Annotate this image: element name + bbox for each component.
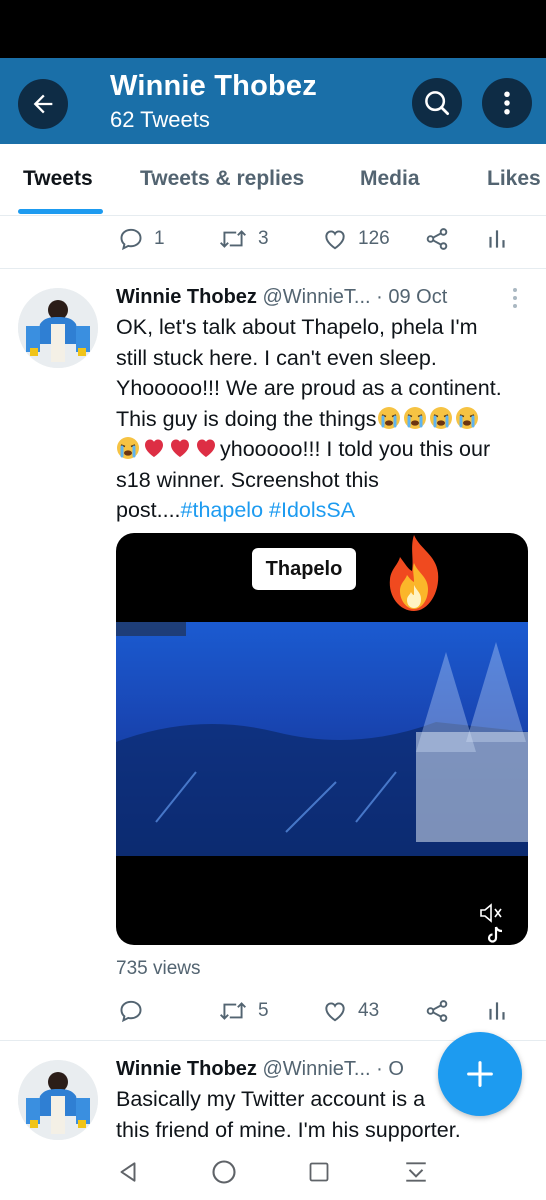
like-button[interactable]: 126 (322, 219, 390, 259)
tweet-video[interactable]: Thapelo (116, 533, 528, 945)
tweet-line: Yhooooo!!! We are proud as a continent. (116, 376, 502, 400)
retweet-count: 3 (258, 228, 269, 249)
crying-face-icon (377, 406, 400, 429)
tweet-line-text: yhooooo!!! I told you this our (220, 437, 491, 461)
concert-crowd-icon (116, 622, 528, 856)
tweet-line: s18 winner. Screenshot this (116, 467, 379, 492)
like-count: 43 (358, 1000, 380, 1021)
tweet-line: This guy is doing the things (116, 404, 536, 435)
date-separator: · O (376, 1058, 404, 1080)
analytics-button[interactable] (486, 991, 508, 1031)
tweet-header: Winnie Thobez @WinnieT... · 09 Oct (116, 286, 447, 309)
tweet-line: this friend of mine. I'm his supporter. (116, 1117, 461, 1142)
profile-tabs: Tweets Tweets & replies Media Likes (0, 144, 546, 216)
crying-face-icon (429, 406, 452, 429)
more-vertical-icon (504, 91, 510, 115)
hashtag-links[interactable]: #thapelo #IdolsSA (181, 498, 356, 522)
profile-header: Winnie Thobez 62 Tweets (0, 58, 546, 144)
nav-notifications-button[interactable] (401, 1157, 431, 1187)
tweet-date[interactable]: 09 Oct (388, 286, 447, 308)
nav-home-button[interactable] (209, 1157, 239, 1187)
tweet-actions: 5 43 (0, 991, 546, 1031)
retweet-button[interactable]: 3 (218, 219, 269, 259)
android-nav-bar (0, 1145, 546, 1200)
analytics-icon (489, 1002, 505, 1020)
video-frame (116, 622, 528, 856)
reply-button[interactable] (118, 991, 154, 1031)
analytics-button[interactable] (486, 219, 508, 259)
retweet-count: 5 (258, 1000, 269, 1021)
author-handle[interactable]: @WinnieT... (262, 1058, 370, 1080)
analytics-icon (489, 230, 505, 248)
mute-icon[interactable] (478, 901, 504, 925)
plus-icon (467, 1061, 493, 1087)
nav-recents-button[interactable] (304, 1157, 334, 1187)
divider (0, 268, 546, 269)
tweet-count: 62 Tweets (110, 107, 210, 132)
like-count: 126 (358, 228, 390, 249)
active-tab-indicator (18, 209, 103, 214)
reply-count: 1 (154, 228, 165, 249)
tweet-line: post....#thapelo #IdolsSA (116, 495, 536, 526)
tab-likes[interactable]: Likes (487, 167, 541, 191)
tweet-line-text: This guy is doing the things (116, 406, 377, 431)
nav-back-button[interactable] (113, 1157, 143, 1187)
view-count: 735 views (116, 958, 201, 979)
avatar-photo-icon (18, 1060, 98, 1140)
tweet-header: Winnie Thobez @WinnieT... · O (116, 1058, 404, 1081)
retweet-button[interactable]: 5 (218, 991, 269, 1031)
fire-icon (389, 535, 439, 611)
author-name[interactable]: Winnie Thobez (116, 286, 257, 308)
more-button[interactable] (482, 78, 532, 128)
author-handle[interactable]: @WinnieT... (262, 286, 370, 308)
tab-media[interactable]: Media (360, 167, 420, 191)
retweet-icon (219, 230, 247, 248)
crying-face-icon (403, 406, 426, 429)
arrow-left-icon (33, 94, 53, 114)
status-bar (0, 0, 546, 58)
share-button[interactable] (424, 219, 450, 259)
search-button[interactable] (412, 78, 462, 128)
video-caption-tag: Thapelo (252, 548, 356, 590)
prev-tweet-actions: 1 3 126 (0, 219, 546, 259)
share-icon (426, 1000, 448, 1022)
tab-tweets-replies[interactable]: Tweets & replies (140, 167, 304, 191)
crying-face-icon (455, 406, 478, 429)
pull-down-icon (406, 1162, 426, 1182)
share-button[interactable] (424, 991, 450, 1031)
avatar[interactable] (18, 1060, 98, 1140)
reply-icon (120, 228, 142, 251)
crying-face-icon (117, 437, 139, 459)
circle-home-icon (212, 1160, 236, 1184)
compose-tweet-button[interactable] (438, 1032, 522, 1116)
triangle-back-icon (120, 1162, 136, 1182)
profile-name: Winnie Thobez (110, 70, 317, 102)
reply-icon (120, 1000, 142, 1023)
tiktok-logo-icon (487, 926, 503, 943)
heart-icon (325, 230, 345, 250)
tweet-line: OK, let's talk about Thapelo, phela I'm (116, 315, 478, 339)
tweet-menu-icon[interactable] (506, 286, 524, 310)
avatar[interactable] (18, 288, 98, 368)
like-button[interactable]: 43 (322, 991, 379, 1031)
heart-icon (325, 1002, 345, 1022)
red-heart-icon (171, 439, 189, 457)
date-separator: · (376, 286, 389, 308)
avatar-photo-icon (18, 288, 98, 368)
tweet-text: OK, let's talk about Thapelo, phela I'm … (116, 312, 536, 526)
tweet-line-text: post.... (116, 498, 181, 522)
red-heart-icon (145, 439, 163, 457)
retweet-icon (219, 1002, 247, 1020)
red-heart-icon (197, 439, 215, 457)
tab-tweets[interactable]: Tweets (23, 167, 93, 191)
share-icon (426, 228, 448, 250)
search-icon (425, 91, 449, 115)
author-name[interactable]: Winnie Thobez (116, 1058, 257, 1080)
tweet-line: yhooooo!!! I told you this our (116, 434, 536, 465)
back-button[interactable] (18, 79, 68, 129)
square-recents-icon (309, 1162, 329, 1182)
reply-button[interactable]: 1 (118, 219, 165, 259)
tweet-line: still stuck here. I can't even sleep. (116, 345, 437, 370)
